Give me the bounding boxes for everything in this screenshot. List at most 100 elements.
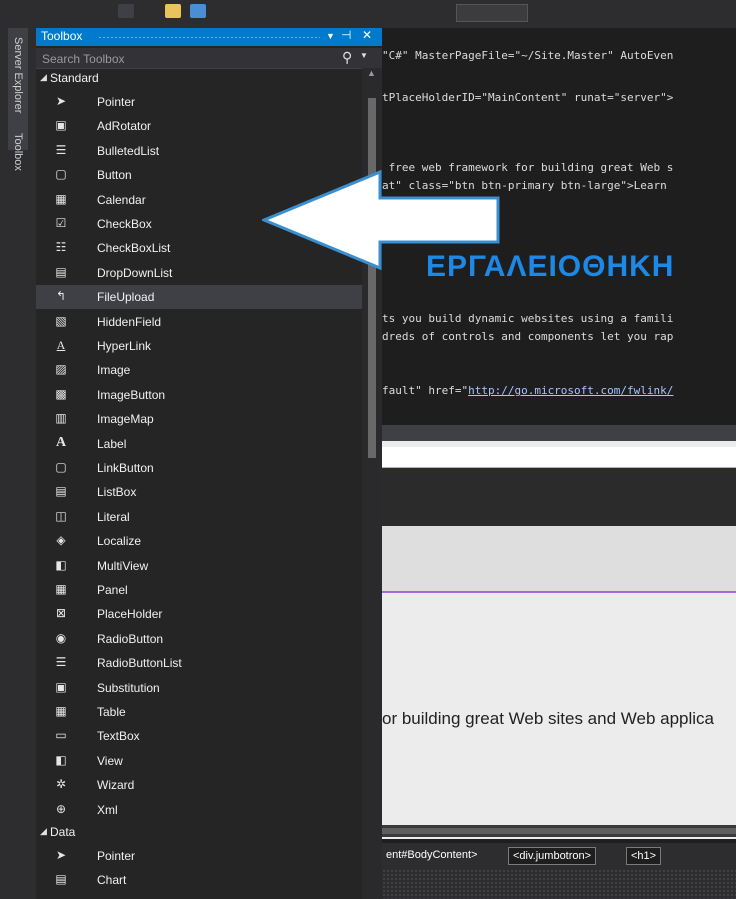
expand-triangle-icon[interactable]: ◢ <box>40 72 47 83</box>
search-icon[interactable]: ⚲ <box>342 49 352 66</box>
code-line[interactable]: dreds of controls and components let you… <box>382 330 673 343</box>
radiobutton-icon: ◉ <box>55 630 67 645</box>
toolbox-item[interactable]: ⊠ PlaceHolder <box>36 602 362 626</box>
toolbox-item-label: CheckBox <box>97 217 152 231</box>
toolbox-item[interactable]: ▢ LinkButton <box>36 456 362 480</box>
design-view: or building great Web sites and Web appl… <box>382 441 736 839</box>
toolbar-dropdown[interactable] <box>456 4 528 22</box>
breadcrumb-item[interactable]: <h1> <box>626 847 662 865</box>
literal-icon: ◫ <box>55 508 67 523</box>
scroll-up-icon[interactable]: ▲ <box>367 68 376 78</box>
toolbox-item[interactable]: ◧ View <box>36 749 362 773</box>
toolbox-item[interactable]: ▧ HiddenField <box>36 310 362 334</box>
toolbox-item[interactable]: ↰ FileUpload <box>36 285 362 310</box>
adrotator-icon: ▣ <box>55 118 67 133</box>
toolbox-item[interactable]: ➤ Pointer <box>36 844 362 868</box>
view-splitter[interactable] <box>382 425 736 441</box>
toolbox-item-label: Pointer <box>97 95 136 109</box>
toolbox-item[interactable]: ▤ ListBox <box>36 480 362 504</box>
toolbox-title-bar[interactable]: Toolbox ▼ ⊣ ✕ <box>36 28 382 46</box>
localize-icon: ◈ <box>56 533 66 548</box>
toolbox-item-label: Localize <box>97 534 142 549</box>
arrow-left-icon <box>262 170 500 270</box>
design-header-strip <box>382 447 736 468</box>
toolbox-item-label: Pointer <box>97 849 136 863</box>
expand-triangle-icon[interactable]: ◢ <box>40 826 47 837</box>
breadcrumb-item[interactable]: <div.jumbotron> <box>508 847 597 865</box>
toolbox-item-label: FileUpload <box>97 290 155 305</box>
toolbox-group-label: Standard <box>50 71 99 85</box>
toolbox-item[interactable]: ☰ BulletedList <box>36 139 362 163</box>
toolbox-item[interactable]: ➤ Pointer <box>36 90 362 114</box>
toolbox-item-label: Table <box>97 705 126 719</box>
imagemap-icon: ▥ <box>55 411 67 426</box>
code-line[interactable]: "C#" MasterPageFile="~/Site.Master" Auto… <box>382 49 673 62</box>
bottom-grip <box>382 869 736 899</box>
toolbox-item-label: Substitution <box>97 680 160 695</box>
toolbox-item[interactable]: ☰ RadioButtonList <box>36 651 362 675</box>
pointer-icon: ➤ <box>55 848 67 862</box>
toolbox-item[interactable]: ◈ Localize <box>36 529 362 553</box>
table-icon: ▦ <box>55 704 67 718</box>
pointer-icon: ➤ <box>55 94 67 108</box>
toolbox-search-bar: ⚲ ▼ <box>36 48 382 69</box>
toolbox-group-header[interactable]: ◢ Data <box>36 822 362 844</box>
toolbox-item-label: DropDownList <box>97 265 173 280</box>
folder-icon[interactable] <box>165 4 181 18</box>
search-input[interactable] <box>40 50 340 67</box>
toolbox-item[interactable]: ⊕ Xml <box>36 798 362 822</box>
imagebutton-icon: ▩ <box>55 386 67 401</box>
save-icon[interactable] <box>190 4 206 18</box>
breadcrumb-item[interactable]: ent#BodyContent> <box>382 847 481 863</box>
code-link[interactable]: http://go.microsoft.com/fwlink/ <box>468 384 673 397</box>
listbox-icon: ▤ <box>55 484 67 499</box>
toolbox-item[interactable]: ▦ Table <box>36 700 362 724</box>
toolbox-item-label: ImageMap <box>97 412 154 427</box>
window-position-icon[interactable]: ▼ <box>326 31 335 41</box>
placeholder-icon: ⊠ <box>55 606 67 621</box>
toolbox-item-label: AdRotator <box>97 119 152 134</box>
toolbox-item-label: TextBox <box>97 729 140 744</box>
toolbox-item[interactable]: ▣ AdRotator <box>36 114 362 138</box>
toolbox-item[interactable]: ▨ Image <box>36 358 362 382</box>
toolbox-item[interactable]: ◧ MultiView <box>36 554 362 578</box>
toolbox-item[interactable]: ▩ ImageButton <box>36 383 362 407</box>
toolbox-item[interactable]: ◫ Literal <box>36 505 362 529</box>
toolbox-item-label: HyperLink <box>97 339 152 353</box>
toolbox-item[interactable]: A HyperLink <box>36 334 362 358</box>
toolbox-panel: Toolbox ▼ ⊣ ✕ ⚲ ▼ ◢Standard➤Pointer▣AdRo… <box>36 28 383 899</box>
code-line[interactable]: tPlaceHolderID="MainContent" runat="serv… <box>382 91 673 104</box>
tab-server-explorer[interactable]: Server Explorer <box>8 30 28 120</box>
toolbar-icon[interactable] <box>118 4 134 18</box>
toolbox-item[interactable]: ▭ TextBox <box>36 724 362 748</box>
toolbox-item[interactable]: A Label <box>36 432 362 456</box>
code-line[interactable]: ts you build dynamic websites using a fa… <box>382 312 673 325</box>
scrollbar-thumb[interactable] <box>368 98 376 458</box>
toolbox-item[interactable]: ▥ ImageMap <box>36 407 362 431</box>
multiview-icon: ◧ <box>55 557 67 572</box>
toolbox-item-label: Literal <box>97 509 130 524</box>
toolbox-item-label: Image <box>97 363 131 378</box>
horizontal-scrollbar[interactable] <box>382 825 736 837</box>
toolbox-item[interactable]: ✲ Wizard <box>36 773 362 797</box>
tab-toolbox[interactable]: Toolbox <box>8 126 28 178</box>
toolbox-item[interactable]: ▣ Substitution <box>36 676 362 700</box>
toolbox-item[interactable]: ▦ Panel <box>36 578 362 602</box>
design-jumbotron-band <box>382 526 736 593</box>
toolbox-item[interactable]: ▤ Chart <box>36 868 362 892</box>
bulletedlist-icon: ☰ <box>55 142 67 157</box>
title-grip <box>98 36 320 39</box>
code-line[interactable]: fault" href="http://go.microsoft.com/fwl… <box>382 384 673 397</box>
toolbox-group-label: Data <box>50 825 76 839</box>
toolbox-item-label: CheckBoxList <box>97 241 171 256</box>
pin-icon[interactable]: ⊣ <box>341 28 351 42</box>
close-icon[interactable]: ✕ <box>362 28 372 42</box>
toolbox-item[interactable]: ◉ RadioButton <box>36 627 362 651</box>
toolbox-group-header[interactable]: ◢ Standard <box>36 68 362 90</box>
breadcrumb: ent#BodyContent> <div.jumbotron> <h1> <box>382 843 736 869</box>
label-icon: A <box>55 434 67 450</box>
design-paragraph[interactable]: or building great Web sites and Web appl… <box>382 709 714 729</box>
horizontal-scrollbar-thumb[interactable] <box>382 828 736 834</box>
search-options-icon[interactable]: ▼ <box>360 51 368 60</box>
toolbox-item-label: Panel <box>97 583 128 597</box>
